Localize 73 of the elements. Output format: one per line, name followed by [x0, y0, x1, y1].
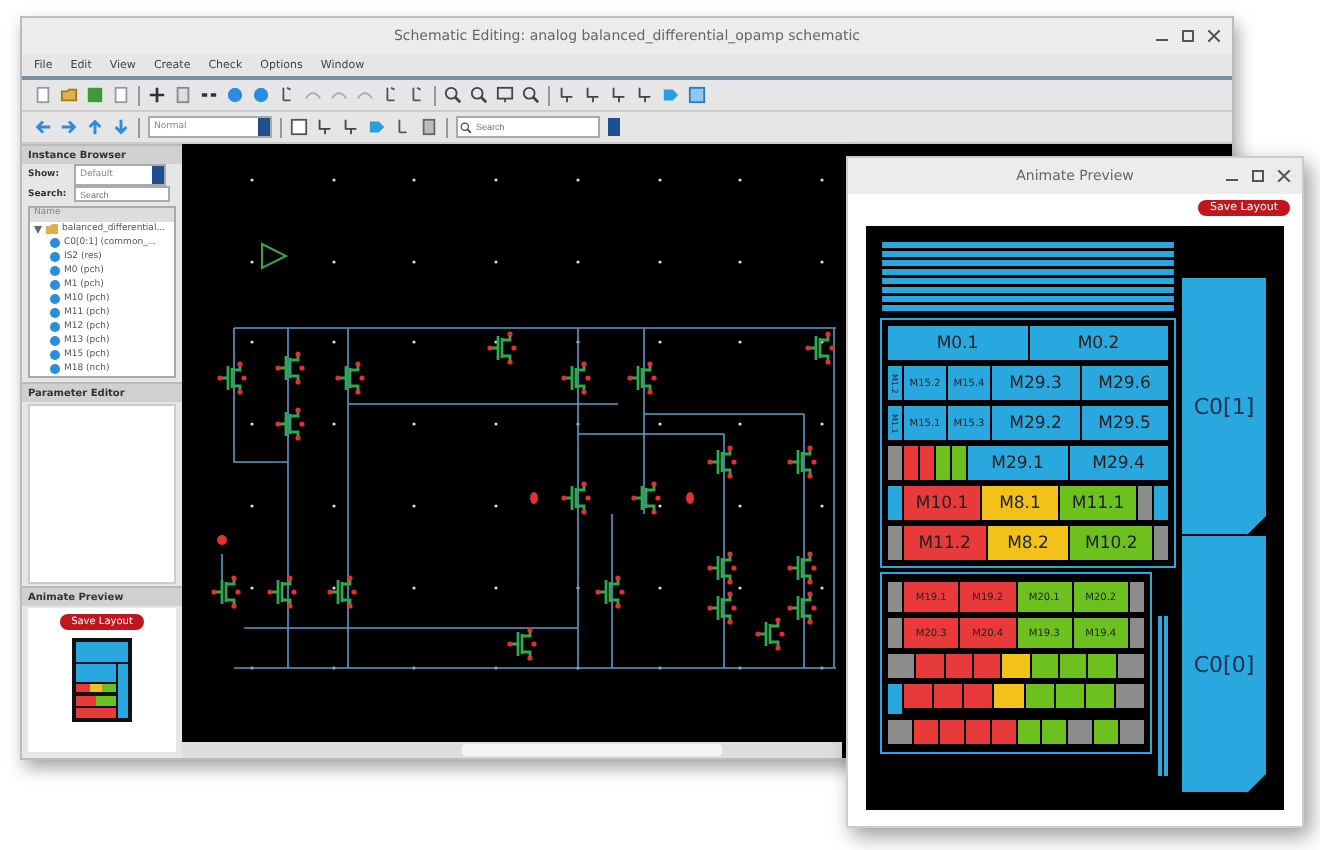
arrow-up-icon[interactable]: [86, 118, 104, 136]
device-block[interactable]: M8.1: [982, 486, 1058, 520]
wire-icon[interactable]: [610, 86, 628, 104]
device-block[interactable]: M10.1: [904, 486, 980, 520]
device-block[interactable]: [1059, 654, 1087, 678]
circle-icon[interactable]: [226, 86, 244, 104]
page-icon[interactable]: [34, 86, 52, 104]
device-block[interactable]: [1031, 654, 1058, 678]
device-block[interactable]: [1115, 684, 1144, 708]
device-block[interactable]: [1117, 654, 1144, 678]
device-block[interactable]: [888, 654, 915, 678]
close-icon[interactable]: [1208, 30, 1220, 42]
close-icon[interactable]: [1278, 170, 1290, 182]
wire-icon[interactable]: [584, 86, 602, 104]
maximize-icon[interactable]: [1182, 30, 1194, 42]
device-block[interactable]: [939, 720, 964, 744]
device-block[interactable]: M0.1: [888, 326, 1027, 360]
wire-icon[interactable]: [316, 118, 334, 136]
device-block[interactable]: M0.2: [1029, 326, 1168, 360]
device-block[interactable]: [934, 684, 963, 708]
arrow-left-icon[interactable]: [34, 118, 52, 136]
page-icon[interactable]: [420, 118, 438, 136]
search-icon[interactable]: [522, 86, 540, 104]
folder-icon[interactable]: [60, 86, 78, 104]
device-block[interactable]: [964, 684, 993, 708]
hook-icon[interactable]: [382, 86, 400, 104]
device-block[interactable]: [965, 720, 990, 744]
device-block[interactable]: M10.2: [1070, 526, 1153, 560]
arrow-right-icon[interactable]: [60, 118, 78, 136]
device-block[interactable]: M29.1: [968, 446, 1067, 480]
device-block[interactable]: M29.4: [1069, 446, 1168, 480]
device-block[interactable]: [1068, 720, 1093, 744]
zoom-out-icon[interactable]: [470, 86, 488, 104]
hook-icon[interactable]: [408, 86, 426, 104]
monitor-icon[interactable]: [496, 86, 514, 104]
zoom-in-icon[interactable]: [444, 86, 462, 104]
circle-icon[interactable]: [252, 86, 270, 104]
wire-icon[interactable]: [558, 86, 576, 104]
plus-icon[interactable]: [148, 86, 166, 104]
search-icon: [460, 121, 472, 133]
device-block[interactable]: [1154, 526, 1169, 560]
maximize-icon[interactable]: [1252, 170, 1264, 182]
arrow-down-icon[interactable]: [112, 118, 130, 136]
clipboard-icon[interactable]: [174, 86, 192, 104]
page-icon[interactable]: [112, 86, 130, 104]
hook-icon[interactable]: [394, 118, 412, 136]
device-block[interactable]: M29.6: [1081, 366, 1168, 400]
device-block[interactable]: M29.3: [992, 366, 1079, 400]
capacitor-block[interactable]: C0[1]: [1182, 278, 1266, 536]
device-block[interactable]: M29.2: [992, 406, 1079, 440]
wire-icon[interactable]: [636, 86, 654, 104]
device-block[interactable]: [973, 654, 1001, 678]
device-block[interactable]: [1017, 720, 1041, 744]
device-block[interactable]: M29.5: [1081, 406, 1168, 440]
device-block[interactable]: [904, 684, 933, 708]
wire-icon[interactable]: [342, 118, 360, 136]
layout-thumbnail-drawing: [72, 638, 132, 722]
device-block[interactable]: [945, 654, 972, 678]
horizontal-scrollbar[interactable]: [182, 742, 842, 758]
device-block[interactable]: [1085, 684, 1114, 708]
device-block[interactable]: [991, 720, 1016, 744]
device-block[interactable]: [1025, 684, 1054, 708]
capacitor-block[interactable]: C0[0]: [1182, 536, 1266, 794]
device-block[interactable]: [913, 720, 938, 744]
device-block[interactable]: [1120, 720, 1145, 744]
device-block[interactable]: [1055, 684, 1084, 708]
device-block[interactable]: M8.2: [987, 526, 1069, 560]
device-block[interactable]: [1042, 720, 1067, 744]
save-icon[interactable]: [86, 86, 104, 104]
device-block[interactable]: M11.2: [904, 526, 986, 560]
device-block[interactable]: [1094, 720, 1119, 744]
hook-icon[interactable]: [278, 86, 296, 104]
device-block[interactable]: M11.1: [1060, 486, 1136, 520]
